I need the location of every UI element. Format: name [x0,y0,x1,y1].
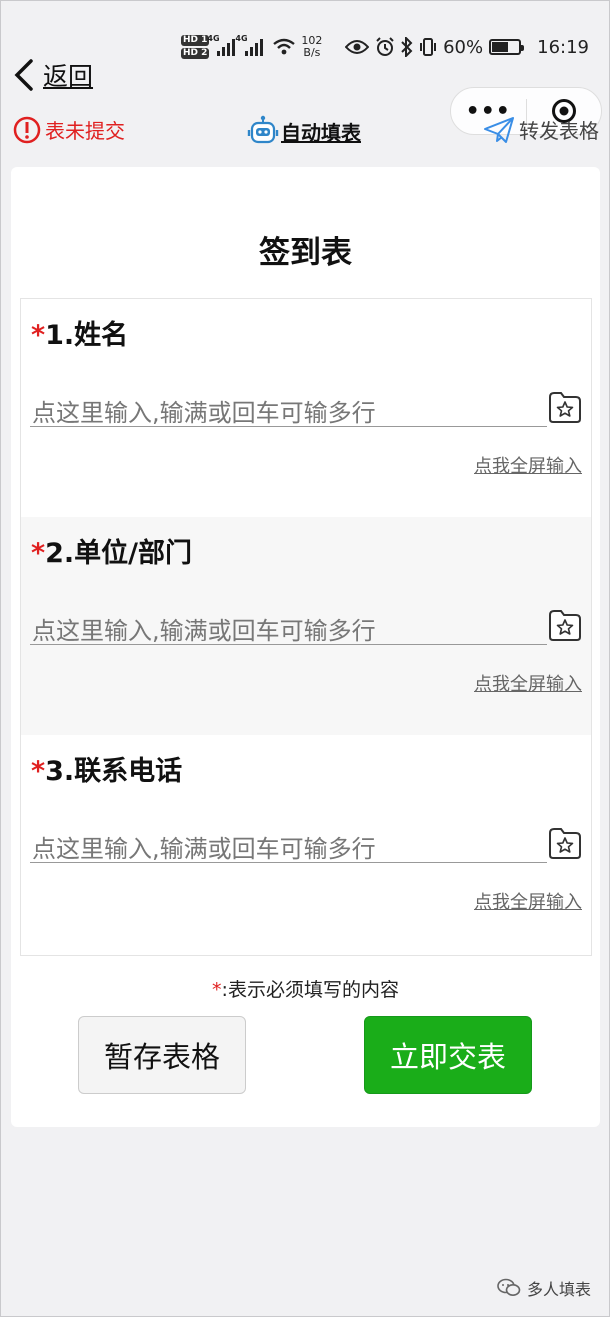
required-mark: * [31,538,46,569]
autofill-label: 自动填表 [281,120,361,145]
wechat-icon [497,1278,521,1296]
fullscreen-input-link[interactable]: 点我全屏输入 [474,452,582,478]
signal-icon-2: 4G [235,34,264,56]
favorite-folder-icon[interactable] [547,607,583,643]
submit-button[interactable]: 立即交表 [364,1016,532,1094]
save-draft-button[interactable]: 暂存表格 [78,1016,246,1094]
network-speed: 102 B/s [301,35,322,59]
wifi-icon [273,38,296,55]
phone-input[interactable]: 点这里输入,输满或回车可输多行 [30,829,547,863]
warning-icon [13,116,41,143]
network-type-2: 4G [235,34,248,43]
form-toolbar: 表未提交 自动填表 转发表格 [13,115,599,149]
clock: 16:19 [537,36,589,58]
field-label-text: 2.单位/部门 [45,538,193,569]
field-label: *2.单位/部门 [31,531,192,570]
bluetooth-icon [401,37,413,57]
fullscreen-input-link[interactable]: 点我全屏输入 [474,670,582,696]
watermark: 多人填表 [497,1276,591,1300]
chevron-left-icon [14,59,33,91]
hd2-badge: HD 2 [181,48,210,59]
required-note: *:表示必须填写的内容 [11,975,600,1002]
forward-label: 转发表格 [519,119,599,143]
favorite-folder-icon[interactable] [547,825,583,861]
eye-icon [345,40,370,54]
field-label-text: 1.姓名 [45,320,129,351]
watermark-text: 多人填表 [526,1280,591,1299]
autofill-button[interactable]: 自动填表 [247,115,361,147]
robot-icon [247,115,279,144]
field-label: *1.姓名 [31,313,128,352]
form-card: 签到表 *1.姓名 点这里输入,输满或回车可输多行 点我全屏输入 *2.单位/部… [11,167,600,1127]
field-phone: *3.联系电话 点这里输入,输满或回车可输多行 点我全屏输入 [21,735,591,953]
paper-plane-icon [484,116,514,143]
hd1-badge: HD 1 [181,35,210,46]
fullscreen-input-link[interactable]: 点我全屏输入 [474,888,582,914]
status-bar: HD 1 HD 2 4G 4G 102 B/s 60% 16:19 [181,29,589,65]
battery-icon [489,39,525,55]
speed-unit: B/s [303,46,321,59]
unsubmitted-label: 表未提交 [45,119,125,143]
vibrate-icon [420,38,437,56]
required-mark: * [31,756,46,787]
field-name: *1.姓名 点这里输入,输满或回车可输多行 点我全屏输入 [21,299,591,517]
favorite-folder-icon[interactable] [547,389,583,425]
forward-form-button[interactable]: 转发表格 [483,115,599,144]
name-input[interactable]: 点这里输入,输满或回车可输多行 [30,393,547,427]
field-label-text: 3.联系电话 [45,756,183,787]
phone-screen: HD 1 HD 2 4G 4G 102 B/s 60% 16:19 返回 •••… [0,0,610,1317]
required-note-text: :表示必须填写的内容 [221,979,399,1001]
alarm-icon [376,37,394,56]
sim-badges: HD 1 HD 2 [181,35,210,59]
department-input[interactable]: 点这里输入,输满或回车可输多行 [30,611,547,645]
field-department: *2.单位/部门 点这里输入,输满或回车可输多行 点我全屏输入 [21,517,591,735]
network-type-1: 4G [207,34,220,43]
signal-icon: 4G [207,34,236,56]
battery-percent: 60% [443,36,484,58]
form-fields: *1.姓名 点这里输入,输满或回车可输多行 点我全屏输入 *2.单位/部门 点这… [20,298,592,956]
back-label: 返回 [43,62,94,91]
required-mark: * [31,320,46,351]
field-label: *3.联系电话 [31,749,182,788]
form-title: 签到表 [259,235,352,271]
status-right: 60% 16:19 [345,37,589,58]
unsubmitted-status: 表未提交 [13,115,125,144]
required-mark: * [212,979,222,1001]
back-button[interactable]: 返回 [13,57,93,93]
